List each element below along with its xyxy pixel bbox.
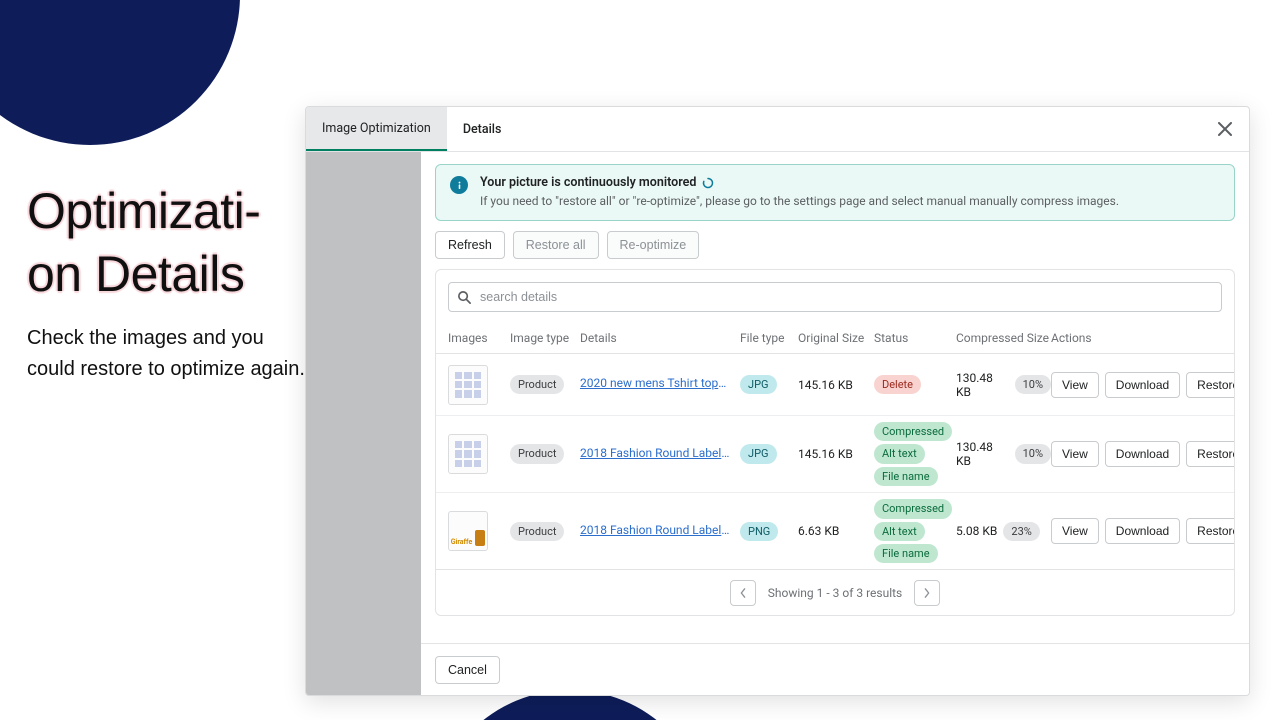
table-row: Giraffe Product 2018 Fashion Round Label T… <box>436 493 1234 569</box>
spinner-icon <box>702 177 714 189</box>
status-badge: Alt text <box>874 522 925 541</box>
col-status: Status <box>874 331 956 345</box>
refresh-button[interactable]: Refresh <box>435 231 505 259</box>
download-button[interactable]: Download <box>1105 441 1180 467</box>
close-button[interactable] <box>1215 119 1235 139</box>
image-thumbnail <box>448 434 488 474</box>
download-button[interactable]: Download <box>1105 518 1180 544</box>
image-thumbnail: Giraffe <box>448 511 488 551</box>
col-compressed-size: Compressed Size <box>956 331 1051 345</box>
pager-summary: Showing 1 - 3 of 3 results <box>768 586 902 600</box>
file-type-badge: JPG <box>740 444 777 463</box>
search-bar <box>448 282 1222 312</box>
toolbar: Refresh Restore all Re-optimize <box>435 231 1235 259</box>
search-icon <box>457 290 472 305</box>
status-badge: File name <box>874 544 938 563</box>
side-copy: Optimizati- on Details Check the images … <box>27 180 307 385</box>
restore-button[interactable]: Restore <box>1186 372 1235 398</box>
details-panel: Image Optimization Details Your picture … <box>305 106 1250 696</box>
view-button[interactable]: View <box>1051 372 1099 398</box>
compressed-pct-badge: 23% <box>1003 522 1039 541</box>
image-thumbnail <box>448 365 488 405</box>
restore-button[interactable]: Restore <box>1186 441 1235 467</box>
info-banner: Your picture is continuously monitored I… <box>435 164 1235 221</box>
pager: Showing 1 - 3 of 3 results <box>436 569 1234 615</box>
file-type-badge: PNG <box>740 522 778 541</box>
status-badge: File name <box>874 467 938 486</box>
decorative-circle-top <box>0 0 240 145</box>
table-header: Images Image type Details File type Orig… <box>436 322 1234 354</box>
compressed-size: 5.08 KB <box>956 524 997 538</box>
results-table: Images Image type Details File type Orig… <box>436 322 1234 569</box>
results-card: Images Image type Details File type Orig… <box>435 269 1235 616</box>
details-link[interactable]: 2018 Fashion Round Label Tria… <box>580 523 730 537</box>
table-row: Product 2020 new mens Tshirt tops hip… JPG… <box>436 354 1234 416</box>
original-size: 145.16 KB <box>798 378 874 392</box>
status-badge: Compressed <box>874 422 952 441</box>
status-badge: Alt text <box>874 444 925 463</box>
compressed-size: 130.48 KB <box>956 371 1009 399</box>
compressed-pct-badge: 10% <box>1015 375 1051 394</box>
compressed-pct-badge: 10% <box>1015 444 1051 463</box>
chevron-left-icon <box>739 588 747 598</box>
side-body: Check the images and you could restore t… <box>27 323 307 385</box>
left-rail <box>306 152 421 695</box>
col-details: Details <box>580 331 740 345</box>
status-badge: Compressed <box>874 499 952 518</box>
status-badge: Delete <box>874 375 921 394</box>
reoptimize-button[interactable]: Re-optimize <box>607 231 700 259</box>
pager-prev-button[interactable] <box>730 580 756 606</box>
image-type-badge: Product <box>510 375 564 394</box>
compressed-size: 130.48 KB <box>956 440 1009 468</box>
restore-all-button[interactable]: Restore all <box>513 231 599 259</box>
original-size: 145.16 KB <box>798 447 874 461</box>
col-image-type: Image type <box>510 331 580 345</box>
banner-title: Your picture is continuously monitored <box>480 175 714 190</box>
content-area: Your picture is continuously monitored I… <box>421 152 1249 643</box>
col-actions: Actions <box>1051 331 1226 345</box>
original-size: 6.63 KB <box>798 524 874 538</box>
close-icon <box>1218 122 1232 136</box>
details-link[interactable]: 2020 new mens Tshirt tops hip… <box>580 376 730 390</box>
chevron-right-icon <box>923 588 931 598</box>
col-file-type: File type <box>740 331 798 345</box>
cancel-button[interactable]: Cancel <box>435 656 500 684</box>
tab-details[interactable]: Details <box>447 107 518 151</box>
search-input[interactable] <box>480 290 1213 304</box>
banner-text: If you need to "restore all" or "re-opti… <box>480 194 1119 208</box>
col-original-size: Original Size <box>798 331 874 345</box>
col-images: Images <box>448 331 510 345</box>
tab-image-optimization[interactable]: Image Optimization <box>306 107 447 151</box>
view-button[interactable]: View <box>1051 441 1099 467</box>
image-type-badge: Product <box>510 522 564 541</box>
table-row: Product 2018 Fashion Round Label Tria… JPG… <box>436 416 1234 493</box>
restore-button[interactable]: Restore <box>1186 518 1235 544</box>
image-type-badge: Product <box>510 444 564 463</box>
file-type-badge: JPG <box>740 375 777 394</box>
details-link[interactable]: 2018 Fashion Round Label Tria… <box>580 446 730 460</box>
tabs: Image Optimization Details <box>306 107 1249 152</box>
side-heading: Optimizati- on Details <box>27 180 307 305</box>
footer: Cancel <box>421 643 1249 695</box>
info-icon <box>450 176 468 194</box>
view-button[interactable]: View <box>1051 518 1099 544</box>
download-button[interactable]: Download <box>1105 372 1180 398</box>
pager-next-button[interactable] <box>914 580 940 606</box>
